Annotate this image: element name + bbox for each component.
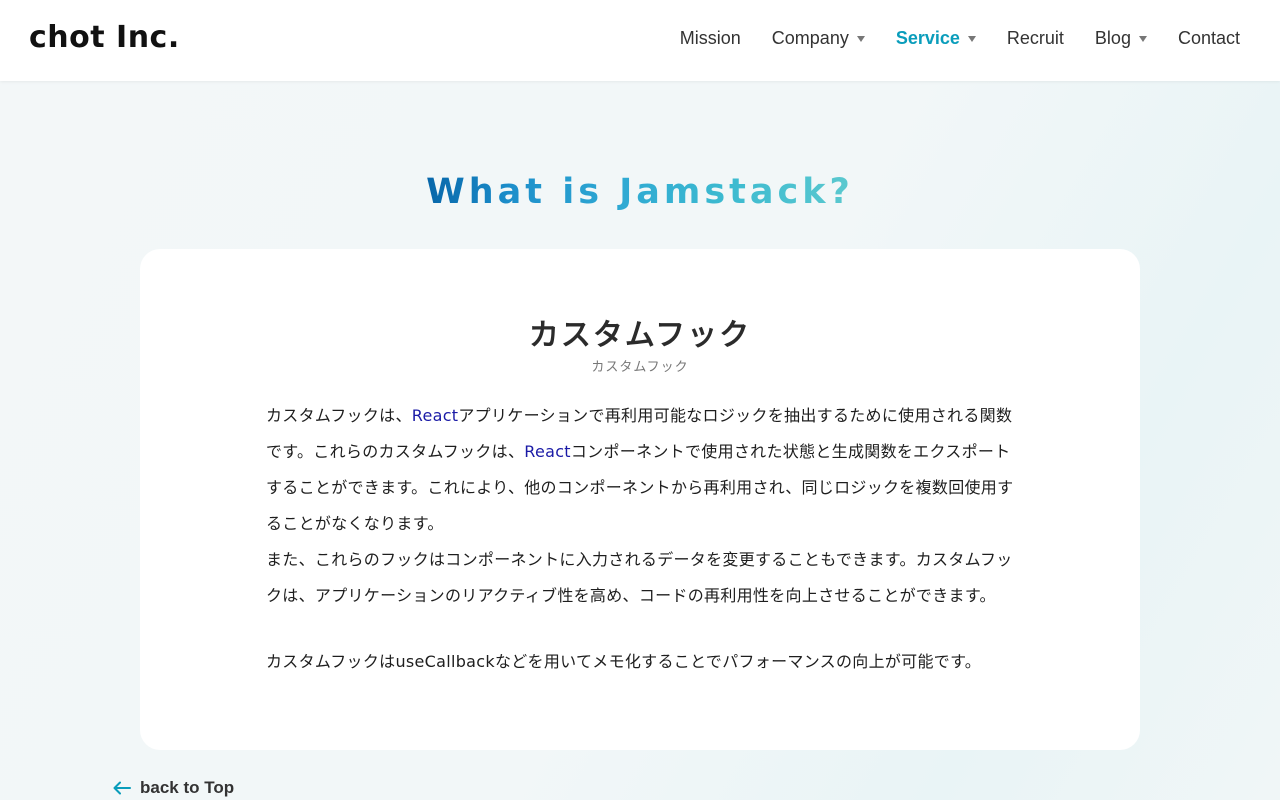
- article-paragraph: カスタムフックはuseCallbackなどを用いてメモ化することでパフォーマンス…: [266, 652, 982, 671]
- nav-item-label: Company: [771, 28, 849, 48]
- nav-item-label: Mission: [679, 28, 741, 48]
- nav-item-label: Recruit: [1006, 28, 1064, 48]
- hero-title: What is Jamstack?: [0, 172, 1280, 212]
- nav-item-recruit[interactable]: Recruit: [1007, 28, 1064, 49]
- main-nav: Mission Company Service Recruit Blog Con…: [649, 28, 1240, 49]
- caret-down-icon: [856, 36, 865, 42]
- nav-item-blog[interactable]: Blog: [1095, 28, 1147, 49]
- article-subtitle: カスタムフック: [591, 360, 689, 375]
- article-paragraph: また、これらのフックはコンポーネントに入力されるデータを変更することもできます。…: [266, 550, 1013, 605]
- back-to-top-label: back to Top: [140, 778, 235, 797]
- back-to-top-link[interactable]: back to Top: [113, 778, 234, 798]
- nav-item-contact[interactable]: Contact: [1178, 28, 1240, 49]
- site-logo[interactable]: chot Inc.: [29, 20, 180, 55]
- caret-down-icon: [967, 36, 976, 42]
- react-link[interactable]: React: [412, 406, 459, 425]
- site-header: chot Inc. Mission Company Service Recrui…: [0, 0, 1280, 81]
- nav-item-label: Blog: [1094, 28, 1131, 48]
- article-paragraph: カスタムフックは、Reactアプリケーションで再利用可能なロジックを抽出するため…: [266, 398, 1026, 542]
- nav-item-mission[interactable]: Mission: [680, 28, 741, 49]
- caret-down-icon: [1138, 36, 1147, 42]
- nav-item-label: Service: [895, 28, 960, 48]
- arrow-left-icon: [113, 781, 131, 795]
- nav-item-label: Contact: [1177, 28, 1240, 48]
- text-segment: カスタムフックは、: [266, 406, 412, 425]
- react-link[interactable]: React: [524, 442, 571, 461]
- nav-item-company[interactable]: Company: [772, 28, 865, 49]
- nav-item-service[interactable]: Service: [896, 28, 976, 49]
- article-title: カスタムフック: [528, 318, 752, 353]
- hero-title-text: What is Jamstack?: [426, 172, 854, 212]
- article-body: カスタムフックは、Reactアプリケーションで再利用可能なロジックを抽出するため…: [266, 398, 1026, 680]
